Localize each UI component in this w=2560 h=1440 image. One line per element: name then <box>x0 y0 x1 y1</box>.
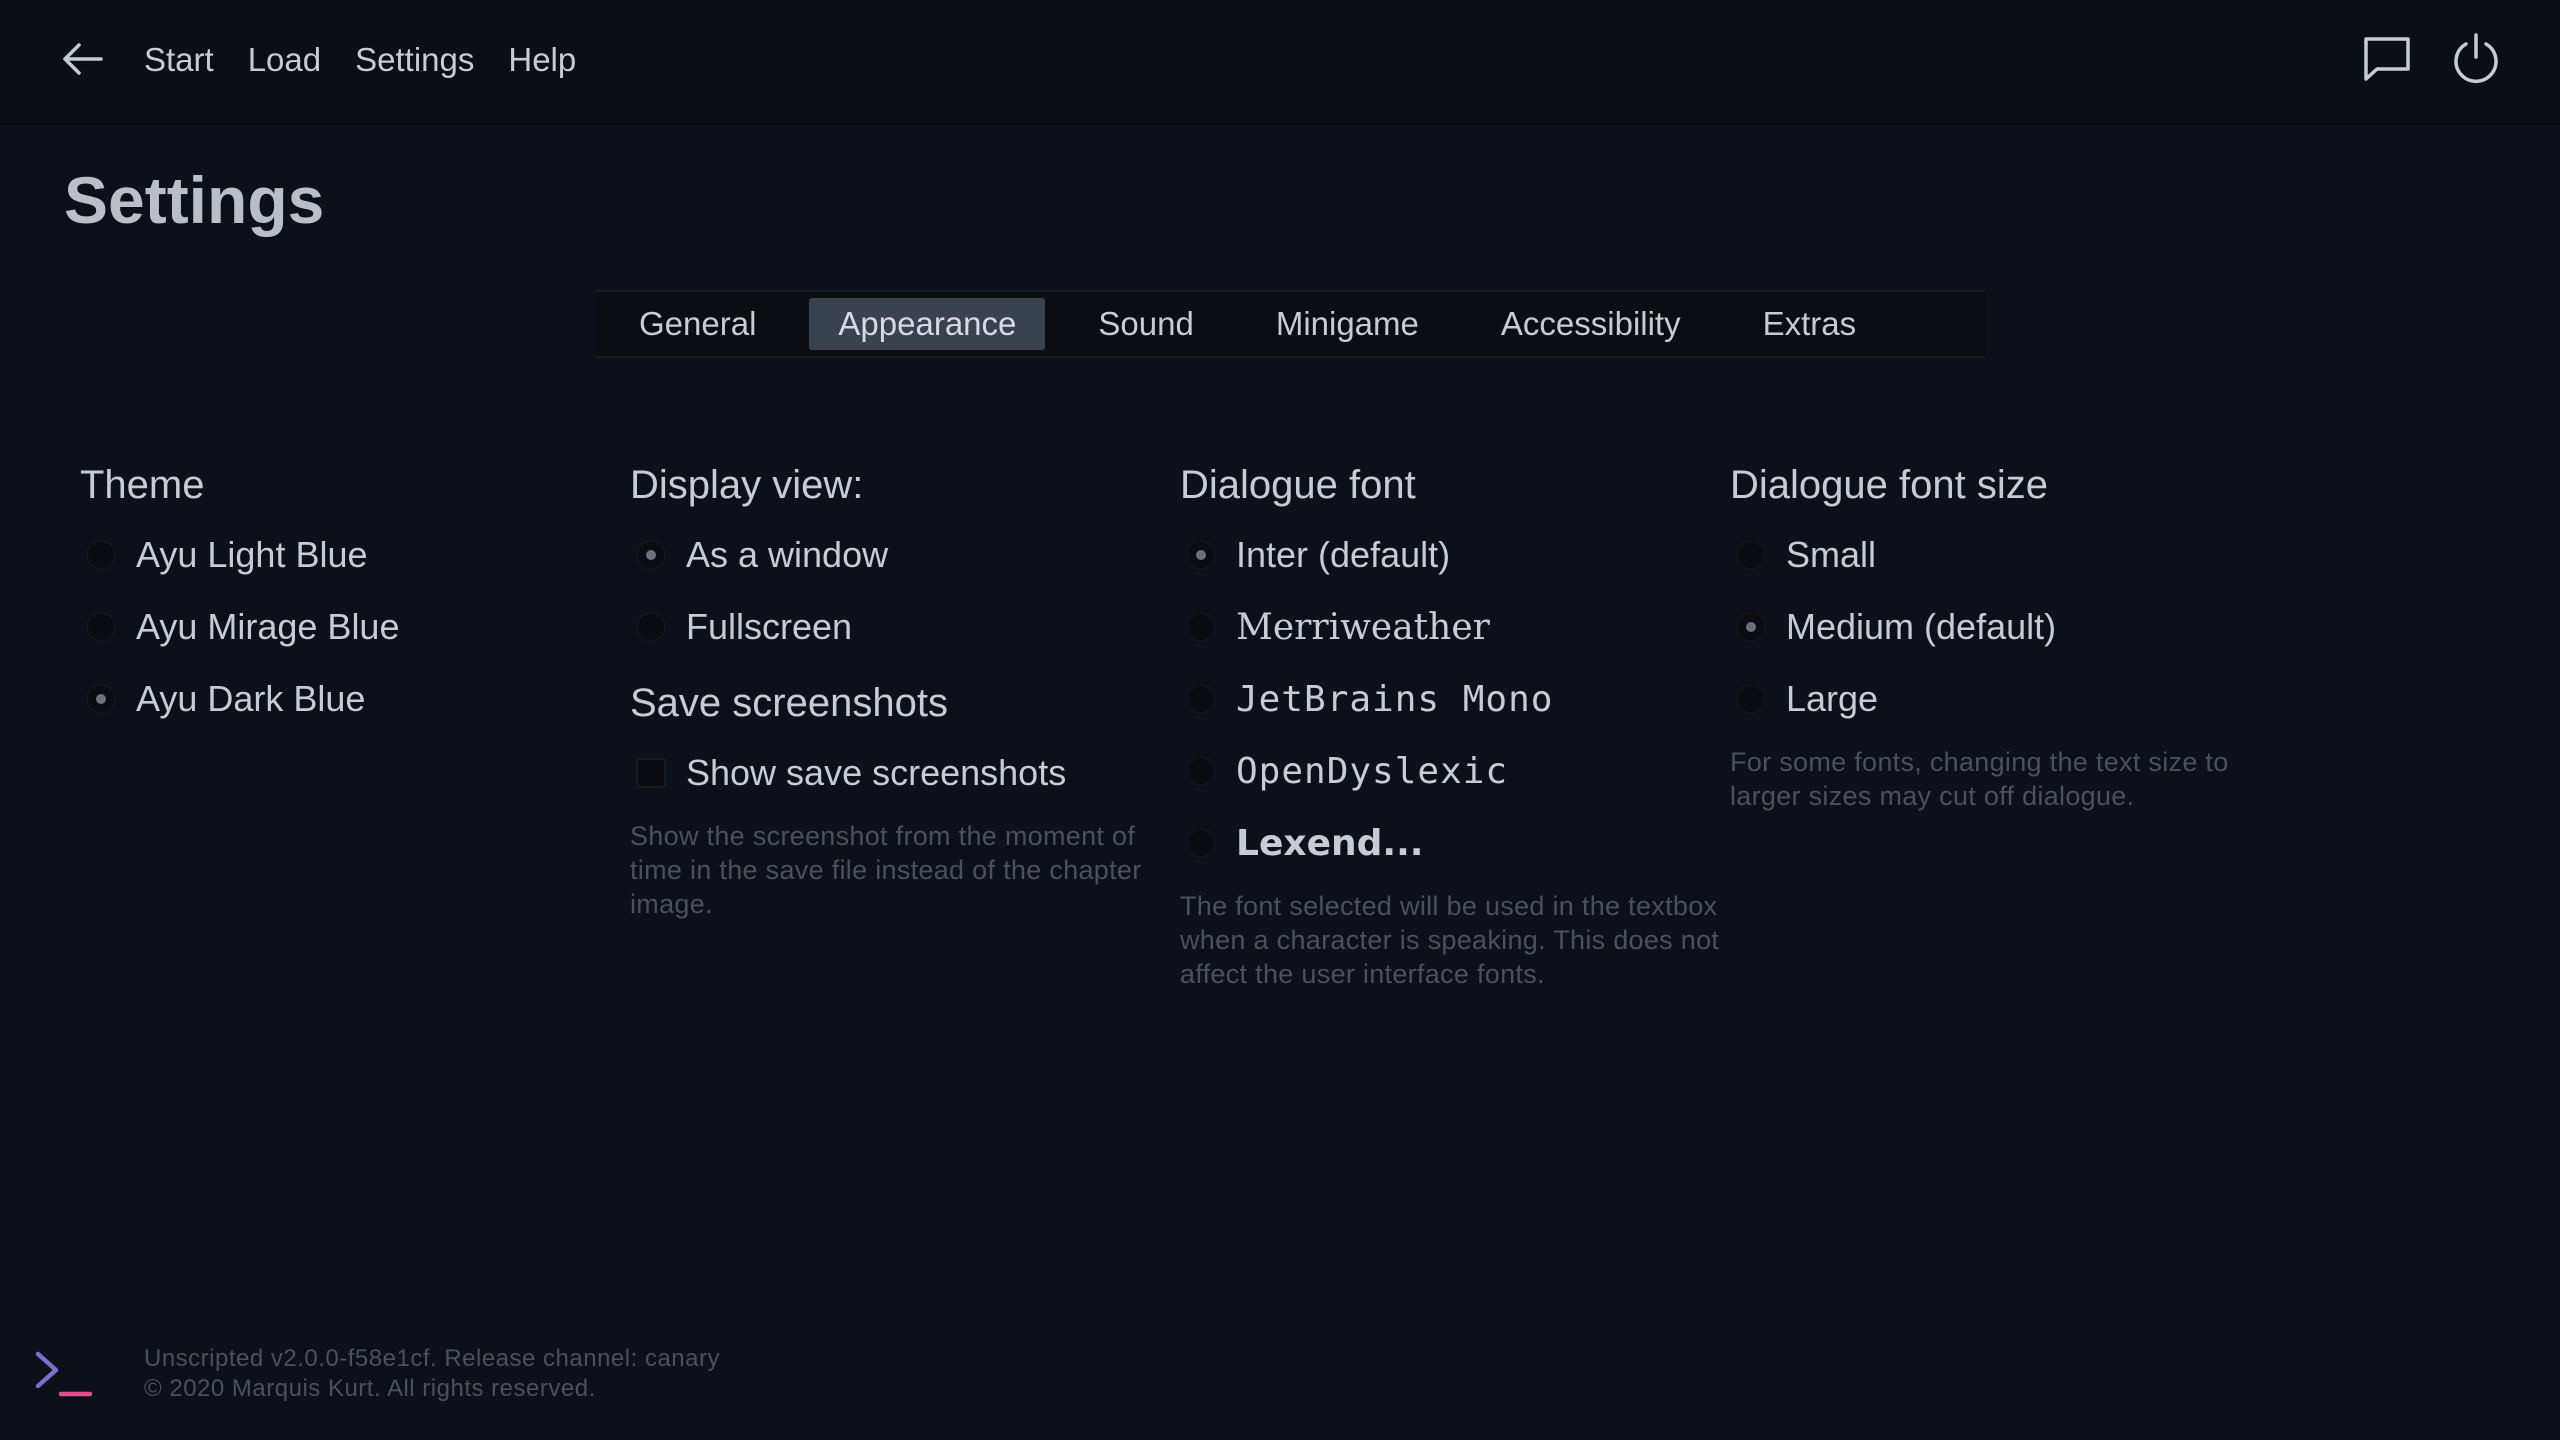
terminal-prompt-logo <box>34 1350 94 1400</box>
nav-item-help[interactable]: Help <box>508 36 576 84</box>
dialogue-font-size-section: Dialogue font size Small Medium (default… <box>1730 455 2270 813</box>
tab-general[interactable]: General <box>610 298 785 350</box>
display-view-title: Display view: <box>630 463 864 507</box>
option-label: Large <box>1786 678 1879 719</box>
option-label: JetBrains Mono <box>1236 678 1554 720</box>
dialogue-font-size-title: Dialogue font size <box>1730 463 2048 507</box>
radio-button[interactable] <box>636 612 666 642</box>
radio-button[interactable] <box>86 540 116 570</box>
option-label: Merriweather <box>1236 606 1490 648</box>
radio-button[interactable] <box>1186 756 1216 786</box>
option-label: Ayu Mirage Blue <box>136 606 400 647</box>
power-icon <box>2454 33 2498 83</box>
radio-button[interactable] <box>86 612 116 642</box>
save-screenshots-title: Save screenshots <box>630 681 948 725</box>
version-text: Unscripted v2.0.0-f58e1cf. Release chann… <box>144 1345 720 1372</box>
font-size-option-small[interactable]: Small <box>1730 519 2270 591</box>
radio-button[interactable] <box>636 540 666 570</box>
theme-option-ayu-mirage-blue[interactable]: Ayu Mirage Blue <box>80 591 620 663</box>
footer-info: Unscripted v2.0.0-f58e1cf. Release chann… <box>144 1344 720 1404</box>
theme-section: Theme Ayu Light Blue Ayu Mirage Blue Ayu… <box>80 455 620 735</box>
font-size-option-large[interactable]: Large <box>1730 663 2270 735</box>
option-label: Show save screenshots <box>686 752 1067 793</box>
save-screenshots-help: Show the screenshot from the moment of t… <box>630 821 1142 919</box>
tab-appearance[interactable]: Appearance <box>809 298 1046 350</box>
radio-button[interactable] <box>1186 540 1216 570</box>
radio-button[interactable] <box>1736 540 1766 570</box>
page-title: Settings <box>64 163 325 237</box>
radio-button[interactable] <box>1186 684 1216 714</box>
option-label: Medium (default) <box>1786 606 2057 647</box>
display-view-section: Display view: As a window Fullscreen Sav… <box>630 455 1170 921</box>
font-size-option-medium[interactable]: Medium (default) <box>1730 591 2270 663</box>
dialogue-font-size-help: For some fonts, changing the text size t… <box>1730 747 2229 811</box>
option-label: Ayu Light Blue <box>136 534 368 575</box>
display-option-window[interactable]: As a window <box>630 519 1170 591</box>
dialogue-font-title: Dialogue font <box>1180 463 1416 507</box>
font-option-opendyslexic[interactable]: OpenDyslexic <box>1180 735 1720 807</box>
settings-tabs: General Appearance Sound Minigame Access… <box>596 290 1986 358</box>
dialogue-font-section: Dialogue font Inter (default) Merriweath… <box>1180 455 1720 991</box>
show-save-screenshots-option[interactable]: Show save screenshots <box>630 737 1170 809</box>
radio-button[interactable] <box>1736 612 1766 642</box>
theme-option-ayu-dark-blue[interactable]: Ayu Dark Blue <box>80 663 620 735</box>
tab-extras[interactable]: Extras <box>1734 298 1886 350</box>
option-label: Lexend... <box>1236 822 1424 864</box>
theme-option-ayu-light-blue[interactable]: Ayu Light Blue <box>80 519 620 591</box>
copyright-text: © 2020 Marquis Kurt. All rights reserved… <box>144 1375 596 1402</box>
top-bar: Start Load Settings Help <box>0 0 2560 125</box>
tab-minigame[interactable]: Minigame <box>1247 298 1448 350</box>
checkbox[interactable] <box>636 758 666 788</box>
option-label: Small <box>1786 534 1877 575</box>
nav-item-settings[interactable]: Settings <box>355 36 474 84</box>
nav-item-start[interactable]: Start <box>144 36 214 84</box>
option-label: OpenDyslexic <box>1236 750 1509 792</box>
display-option-fullscreen[interactable]: Fullscreen <box>630 591 1170 663</box>
back-button[interactable] <box>58 34 108 84</box>
nav-item-load[interactable]: Load <box>248 36 321 84</box>
option-label: Inter (default) <box>1236 534 1451 575</box>
radio-button[interactable] <box>1736 684 1766 714</box>
font-option-merriweather[interactable]: Merriweather <box>1180 591 1720 663</box>
font-option-jetbrains-mono[interactable]: JetBrains Mono <box>1180 663 1720 735</box>
tab-sound[interactable]: Sound <box>1069 298 1222 350</box>
font-option-lexend[interactable]: Lexend... <box>1180 807 1720 879</box>
option-label: Ayu Dark Blue <box>136 678 366 719</box>
main-nav: Start Load Settings Help <box>144 36 576 84</box>
chat-bubble-icon <box>2364 37 2410 81</box>
radio-button[interactable] <box>1186 612 1216 642</box>
radio-button[interactable] <box>86 684 116 714</box>
feedback-button[interactable] <box>2358 30 2416 88</box>
radio-button[interactable] <box>1186 828 1216 858</box>
dialogue-font-help: The font selected will be used in the te… <box>1180 891 1720 989</box>
arrow-left-icon <box>63 43 103 75</box>
tab-accessibility[interactable]: Accessibility <box>1472 298 1710 350</box>
option-label: As a window <box>686 534 889 575</box>
theme-title: Theme <box>80 463 205 507</box>
option-label: Fullscreen <box>686 606 853 647</box>
quit-button[interactable] <box>2447 30 2505 88</box>
font-option-inter[interactable]: Inter (default) <box>1180 519 1720 591</box>
